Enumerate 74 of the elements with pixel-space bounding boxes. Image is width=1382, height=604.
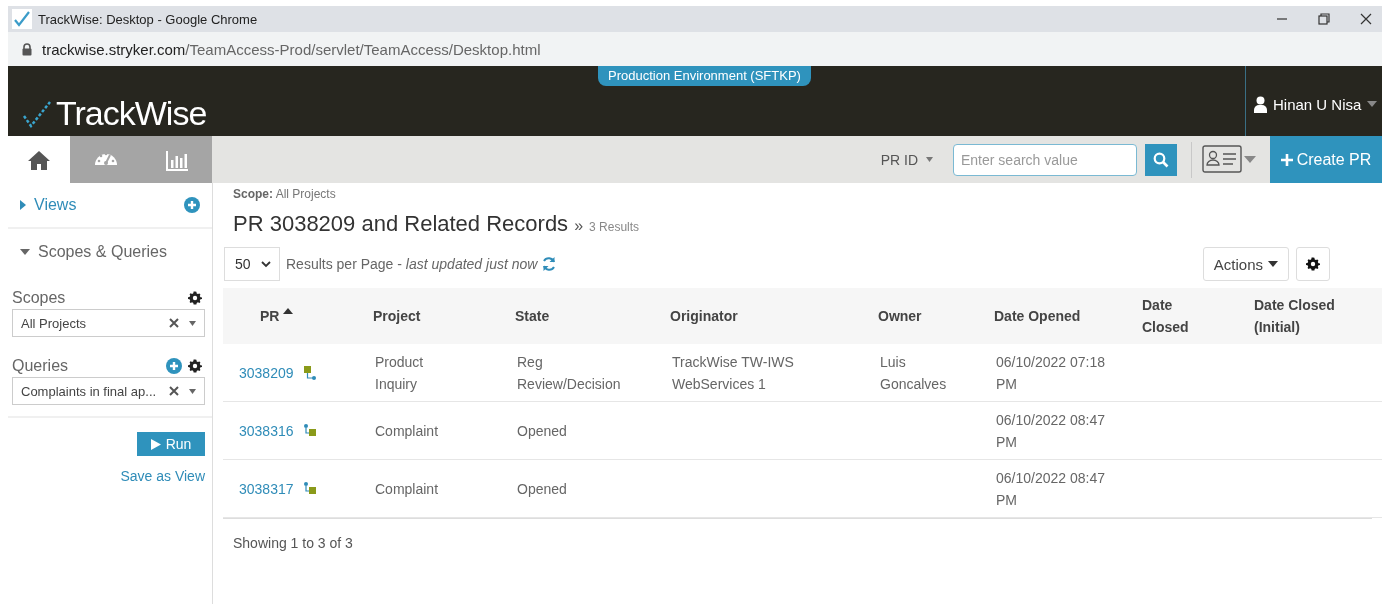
- child-record-icon: [303, 481, 316, 496]
- id-card-icon: [1202, 144, 1242, 175]
- search-field[interactable]: Enter search value: [953, 143, 1137, 176]
- checkmark-logo-icon: [22, 100, 54, 130]
- chevron-down-icon: [261, 260, 271, 268]
- table-cell-text: 06/10/2022 07:18 PM: [996, 352, 1106, 394]
- select-field[interactable]: All Projects: [12, 309, 205, 337]
- result-count: 3 Results: [589, 220, 640, 234]
- plus-icon: [1280, 153, 1293, 166]
- page-title: PR 3038209 and Related Records: [233, 211, 569, 237]
- play-icon: [150, 438, 161, 450]
- caret-icon: [926, 157, 933, 162]
- breadcrumb-separator: »: [574, 217, 584, 235]
- settings-icon[interactable]: [188, 359, 202, 373]
- clear-icon: [169, 318, 179, 328]
- page-size-select[interactable]: 50: [224, 247, 280, 281]
- column-header[interactable]: Project: [373, 305, 421, 327]
- caret-icon: [1367, 101, 1378, 107]
- table-cell-text: Luis Goncalves: [880, 352, 948, 394]
- actions-button[interactable]: Actions: [1202, 247, 1289, 281]
- column-header[interactable]: PR: [260, 305, 280, 327]
- caret-icon: [1244, 156, 1256, 163]
- table-cell-text: Complaint: [375, 421, 439, 441]
- add-icon[interactable]: [184, 197, 200, 213]
- add-icon[interactable]: [166, 358, 182, 374]
- settings-icon[interactable]: [188, 291, 202, 305]
- scope-label: Scope: All Projects: [232, 187, 337, 203]
- person-icon: [1254, 95, 1267, 113]
- table-cell-text: Opened: [517, 479, 567, 499]
- refresh-icon[interactable]: [541, 256, 558, 272]
- table-cell-text: 06/10/2022 08:47 PM: [996, 410, 1106, 452]
- checkmark-icon: [12, 9, 32, 29]
- column-header[interactable]: State: [515, 305, 550, 327]
- pagination-summary: Showing 1 to 3 of 3: [233, 535, 353, 551]
- field-label: Scopes: [12, 289, 67, 307]
- search-icon: [1153, 151, 1169, 168]
- table-cell-text: Complaint: [375, 479, 439, 499]
- record-link[interactable]: 3038316: [239, 419, 294, 442]
- save-as-view-link[interactable]: Save as View: [120, 468, 205, 484]
- record-link[interactable]: 3038317: [239, 477, 294, 500]
- app-logo: TrackWise: [56, 96, 207, 130]
- section-header[interactable]: Views: [34, 196, 176, 214]
- results-per-page-text: Results per Page - last updated just now: [286, 256, 538, 272]
- bar-chart-tab[interactable]: [141, 136, 212, 183]
- close-icon[interactable]: [1360, 13, 1372, 25]
- select-field[interactable]: Complaints in final ap...: [12, 377, 205, 405]
- search-field-dropdown[interactable]: PR ID: [874, 136, 939, 183]
- bar-chart-icon: [164, 148, 189, 171]
- table-cell-text: 06/10/2022 08:47 PM: [996, 468, 1106, 510]
- caret-icon: [1268, 261, 1278, 267]
- caret-icon: [189, 320, 196, 326]
- gauge-icon: [93, 153, 118, 166]
- settings-icon: [1306, 257, 1320, 271]
- window-title: TrackWise: Desktop - Google Chrome: [38, 11, 259, 27]
- clear-icon: [169, 386, 179, 396]
- home-icon: [27, 148, 51, 171]
- settings-button[interactable]: [1296, 247, 1330, 281]
- table-cell-text: Product Inquiry: [375, 352, 425, 394]
- record-link[interactable]: 3038209: [239, 361, 294, 384]
- address-bar-url[interactable]: trackwise.stryker.com/TeamAccess-Prod/servlet/TeamAccess/Desktop.html: [42, 40, 541, 58]
- child-record-icon: [303, 423, 316, 438]
- column-header[interactable]: Owner: [878, 305, 922, 327]
- caret-icon: [189, 388, 196, 394]
- restore-icon[interactable]: [1318, 13, 1330, 25]
- table-cell-text: Opened: [517, 421, 567, 441]
- table-cell-text: Reg Review/Decision: [517, 352, 622, 394]
- field-label: Queries: [12, 357, 70, 375]
- table-cell-text: TrackWise TW-IWS WebServices 1: [672, 352, 795, 394]
- lock-icon: [22, 42, 32, 56]
- parent-record-icon: [303, 365, 316, 380]
- section-header[interactable]: Scopes & Queries: [38, 243, 200, 261]
- column-header[interactable]: Originator: [670, 305, 738, 327]
- search-button[interactable]: [1145, 143, 1177, 176]
- environment-badge: Production Environment (SFTKP): [598, 66, 811, 86]
